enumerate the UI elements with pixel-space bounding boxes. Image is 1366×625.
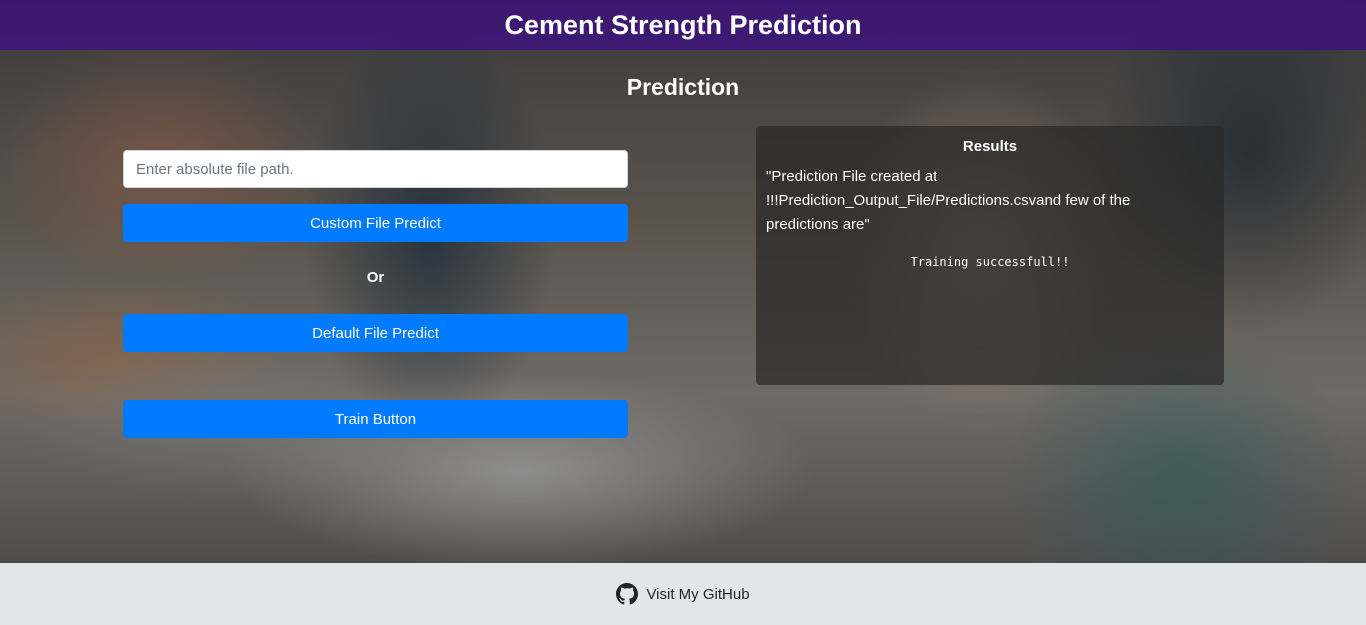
file-path-input[interactable] [123, 150, 628, 188]
app-title: Cement Strength Prediction [504, 9, 862, 40]
footer: Visit My GitHub [0, 563, 1366, 625]
default-file-predict-button[interactable]: Default File Predict [123, 314, 628, 352]
github-link[interactable]: Visit My GitHub [616, 583, 750, 605]
app-header: Cement Strength Prediction [0, 0, 1366, 50]
github-link-label: Visit My GitHub [646, 585, 750, 603]
section-title: Prediction [626, 74, 740, 100]
results-output: Training successfull!! [910, 255, 1070, 269]
or-separator: Or [366, 269, 385, 286]
train-button[interactable]: Train Button [123, 400, 628, 438]
custom-file-predict-button[interactable]: Custom File Predict [123, 204, 628, 242]
github-icon [616, 583, 639, 605]
results-title: Results [962, 138, 1018, 155]
results-panel: Results "Prediction File created at !!!P… [756, 126, 1224, 385]
results-message: "Prediction File created at !!!Predictio… [766, 168, 1131, 233]
